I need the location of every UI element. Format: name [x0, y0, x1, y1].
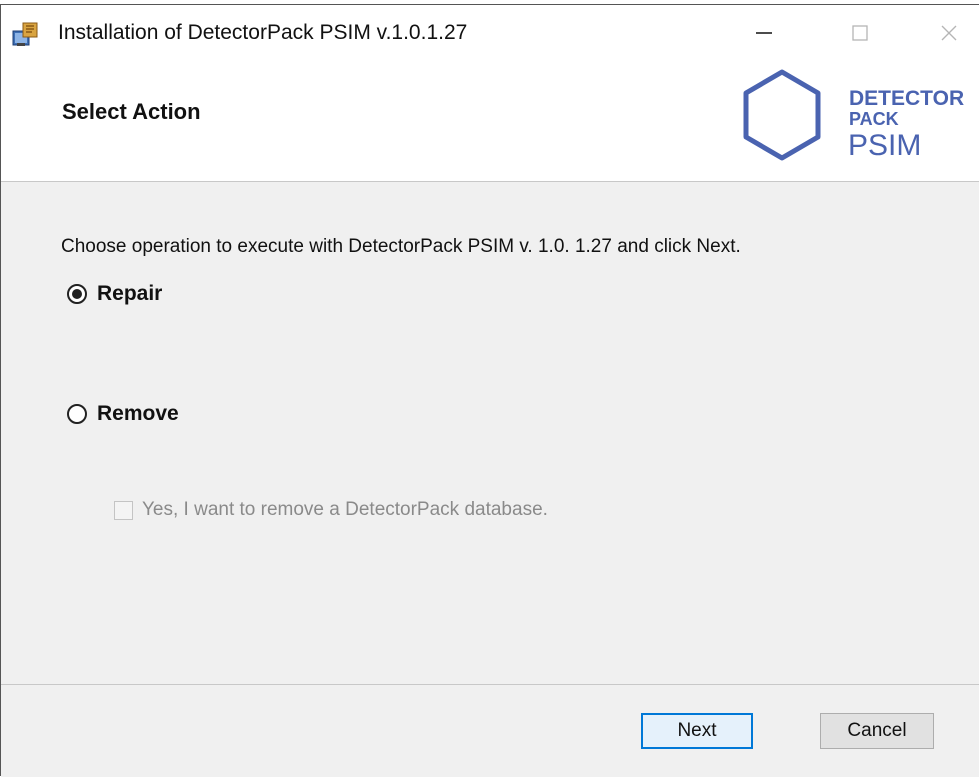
logo-line-3: PSIM: [848, 129, 921, 162]
close-icon: [941, 25, 957, 41]
title-bar[interactable]: Installation of DetectorPack PSIM v.1.0.…: [1, 5, 979, 57]
remove-database-label: Yes, I want to remove a DetectorPack dat…: [142, 499, 548, 520]
cancel-button[interactable]: Cancel: [820, 713, 934, 749]
hexagon-logo-mark: [743, 69, 821, 161]
wizard-header: Select Action DETECTOR PACK PSIM: [1, 57, 979, 182]
close-button[interactable]: [926, 13, 972, 53]
remove-radio-button[interactable]: [67, 404, 87, 424]
minimize-button[interactable]: [741, 13, 787, 53]
maximize-button[interactable]: [837, 13, 883, 53]
window-title: Installation of DetectorPack PSIM v.1.0.…: [58, 21, 468, 44]
maximize-icon: [852, 25, 868, 41]
repair-label: Repair: [97, 282, 163, 305]
installer-window: Installation of DetectorPack PSIM v.1.0.…: [0, 4, 979, 777]
remove-label: Remove: [97, 402, 179, 425]
wizard-footer: Next Cancel: [1, 685, 979, 777]
repair-radio-button[interactable]: [67, 284, 87, 304]
minimize-icon: [756, 32, 772, 34]
detectorpack-psim-logo: DETECTOR PACK PSIM: [735, 65, 979, 170]
repair-option[interactable]: Repair: [67, 282, 162, 306]
next-button[interactable]: Next: [641, 713, 753, 749]
wizard-content: Choose operation to execute with Detecto…: [1, 182, 979, 685]
instruction-text: Choose operation to execute with Detecto…: [61, 236, 741, 257]
installer-icon: [11, 19, 41, 49]
remove-database-option[interactable]: Yes, I want to remove a DetectorPack dat…: [114, 499, 548, 521]
logo-line-2: PACK: [849, 109, 899, 129]
page-title: Select Action: [62, 99, 201, 124]
logo-line-1: DETECTOR: [849, 87, 964, 110]
remove-database-checkbox[interactable]: [114, 500, 133, 520]
remove-option[interactable]: Remove: [67, 402, 179, 426]
